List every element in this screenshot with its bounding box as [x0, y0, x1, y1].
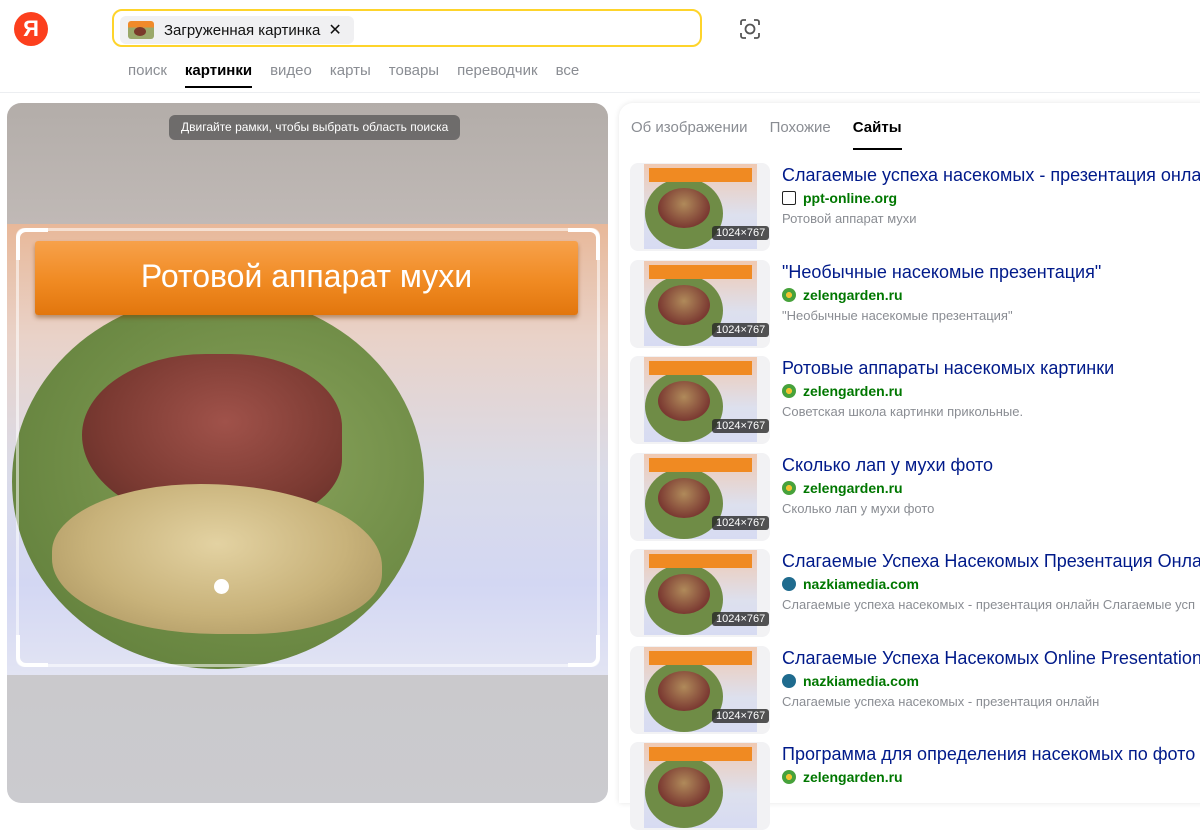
uploaded-image-chip[interactable]: Загруженная картинка ✕ — [120, 16, 354, 44]
result-title[interactable]: Слагаемые Успеха Насекомых Презентация О… — [782, 551, 1200, 572]
result-description: Советская школа картинки прикольные. — [782, 404, 1024, 419]
result-title[interactable]: Слагаемые Успеха Насекомых Online Presen… — [782, 648, 1200, 669]
tab-similar[interactable]: Похожие — [770, 119, 831, 150]
result-site-label: zelengarden.ru — [803, 769, 903, 785]
nav-search[interactable]: поиск — [128, 62, 167, 88]
result-site-label: zelengarden.ru — [803, 383, 903, 399]
result-site[interactable]: nazkiamedia.com — [782, 576, 919, 592]
result-title[interactable]: Ротовые аппараты насекомых картинки — [782, 358, 1114, 379]
yandex-logo[interactable]: Я — [14, 12, 48, 46]
result-description: Слагаемые успеха насекомых - презентация… — [782, 597, 1196, 612]
nav-translator[interactable]: переводчик — [457, 62, 537, 88]
nav-video[interactable]: видео — [270, 62, 312, 88]
image-size-badge: 1024×767 — [712, 516, 770, 530]
tab-about-image[interactable]: Об изображении — [631, 119, 748, 150]
result-item[interactable]: 1024×767 Сколько лап у мухи фото zelenga… — [630, 453, 1200, 541]
wordpress-icon — [782, 577, 796, 591]
chip-label: Загруженная картинка — [164, 21, 321, 39]
result-thumbnail[interactable] — [630, 742, 770, 830]
result-thumbnail[interactable]: 1024×767 — [630, 549, 770, 637]
tab-sites[interactable]: Сайты — [852, 119, 902, 150]
nav-images[interactable]: картинки — [184, 62, 253, 88]
uploaded-image-thumbnail — [128, 21, 154, 39]
image-size-badge: 1024×767 — [712, 323, 770, 337]
image-size-badge: 1024×767 — [712, 612, 770, 626]
result-description: Ротовой аппарат мухи — [782, 211, 917, 226]
result-thumbnail[interactable]: 1024×767 — [630, 260, 770, 348]
result-thumbnail[interactable]: 1024×767 — [630, 646, 770, 734]
result-thumbnail[interactable]: 1024×767 — [630, 356, 770, 444]
camera-lens-icon[interactable] — [737, 16, 763, 42]
crop-selection-frame[interactable] — [16, 228, 600, 667]
result-description: "Необычные насекомые презентация" — [782, 308, 1013, 323]
result-description: Слагаемые успеха насекомых - презентация… — [782, 694, 1100, 709]
result-item[interactable]: 1024×767 Слагаемые Успеха Насекомых През… — [630, 549, 1200, 637]
image-size-badge: 1024×767 — [712, 226, 770, 240]
search-box[interactable]: Загруженная картинка ✕ — [112, 9, 702, 47]
image-preview-panel: Двигайте рамки, чтобы выбрать область по… — [7, 103, 608, 803]
zelengarden-icon — [782, 770, 796, 784]
result-item[interactable]: Программа для определения насекомых по ф… — [630, 742, 1200, 830]
header-divider — [0, 92, 1200, 93]
nav-products[interactable]: товары — [389, 62, 439, 88]
wordpress-icon — [782, 674, 796, 688]
result-site-label: zelengarden.ru — [803, 287, 903, 303]
zelengarden-icon — [782, 481, 796, 495]
close-icon[interactable]: ✕ — [328, 20, 341, 40]
ppt-icon — [782, 191, 796, 205]
result-site[interactable]: nazkiamedia.com — [782, 673, 919, 689]
zelengarden-icon — [782, 384, 796, 398]
result-item[interactable]: 1024×767 Слагаемые успеха насекомых - пр… — [630, 163, 1200, 251]
result-site[interactable]: zelengarden.ru — [782, 480, 903, 496]
result-thumbnail[interactable]: 1024×767 — [630, 163, 770, 251]
crop-handle-bottom-right[interactable] — [568, 635, 600, 667]
results-panel: Об изображении Похожие Сайты 1024×767 Сл… — [619, 103, 1200, 830]
result-item[interactable]: 1024×767 Слагаемые Успеха Насекомых Onli… — [630, 646, 1200, 734]
result-site[interactable]: zelengarden.ru — [782, 769, 903, 785]
result-site-label: nazkiamedia.com — [803, 673, 919, 689]
result-site-label: zelengarden.ru — [803, 480, 903, 496]
result-site[interactable]: ppt-online.org — [782, 190, 897, 206]
nav-all[interactable]: все — [556, 62, 580, 88]
result-title[interactable]: Слагаемые успеха насекомых - презентация… — [782, 165, 1200, 186]
zelengarden-icon — [782, 288, 796, 302]
result-title[interactable]: "Необычные насекомые презентация" — [782, 262, 1101, 283]
result-site[interactable]: zelengarden.ru — [782, 287, 903, 303]
crop-handle-top-left[interactable] — [16, 228, 48, 260]
crop-hint: Двигайте рамки, чтобы выбрать область по… — [169, 115, 461, 140]
result-title[interactable]: Программа для определения насекомых по ф… — [782, 744, 1195, 765]
crop-handle-top-right[interactable] — [568, 228, 600, 260]
result-site-label: ppt-online.org — [803, 190, 898, 206]
crop-handle-bottom-left[interactable] — [16, 635, 48, 667]
result-description: Сколько лап у мухи фото — [782, 501, 935, 516]
result-item[interactable]: 1024×767 "Необычные насекомые презентаци… — [630, 260, 1200, 348]
result-site[interactable]: zelengarden.ru — [782, 383, 903, 399]
search-nav: поиск картинки видео карты товары перево… — [128, 62, 579, 88]
result-title[interactable]: Сколько лап у мухи фото — [782, 455, 993, 476]
results-tabs: Об изображении Похожие Сайты — [631, 119, 902, 150]
image-size-badge: 1024×767 — [712, 419, 770, 433]
result-thumbnail[interactable]: 1024×767 — [630, 453, 770, 541]
nav-maps[interactable]: карты — [330, 62, 371, 88]
image-size-badge: 1024×767 — [712, 709, 770, 723]
result-site-label: nazkiamedia.com — [803, 576, 919, 592]
result-item[interactable]: 1024×767 Ротовые аппараты насекомых карт… — [630, 356, 1200, 444]
